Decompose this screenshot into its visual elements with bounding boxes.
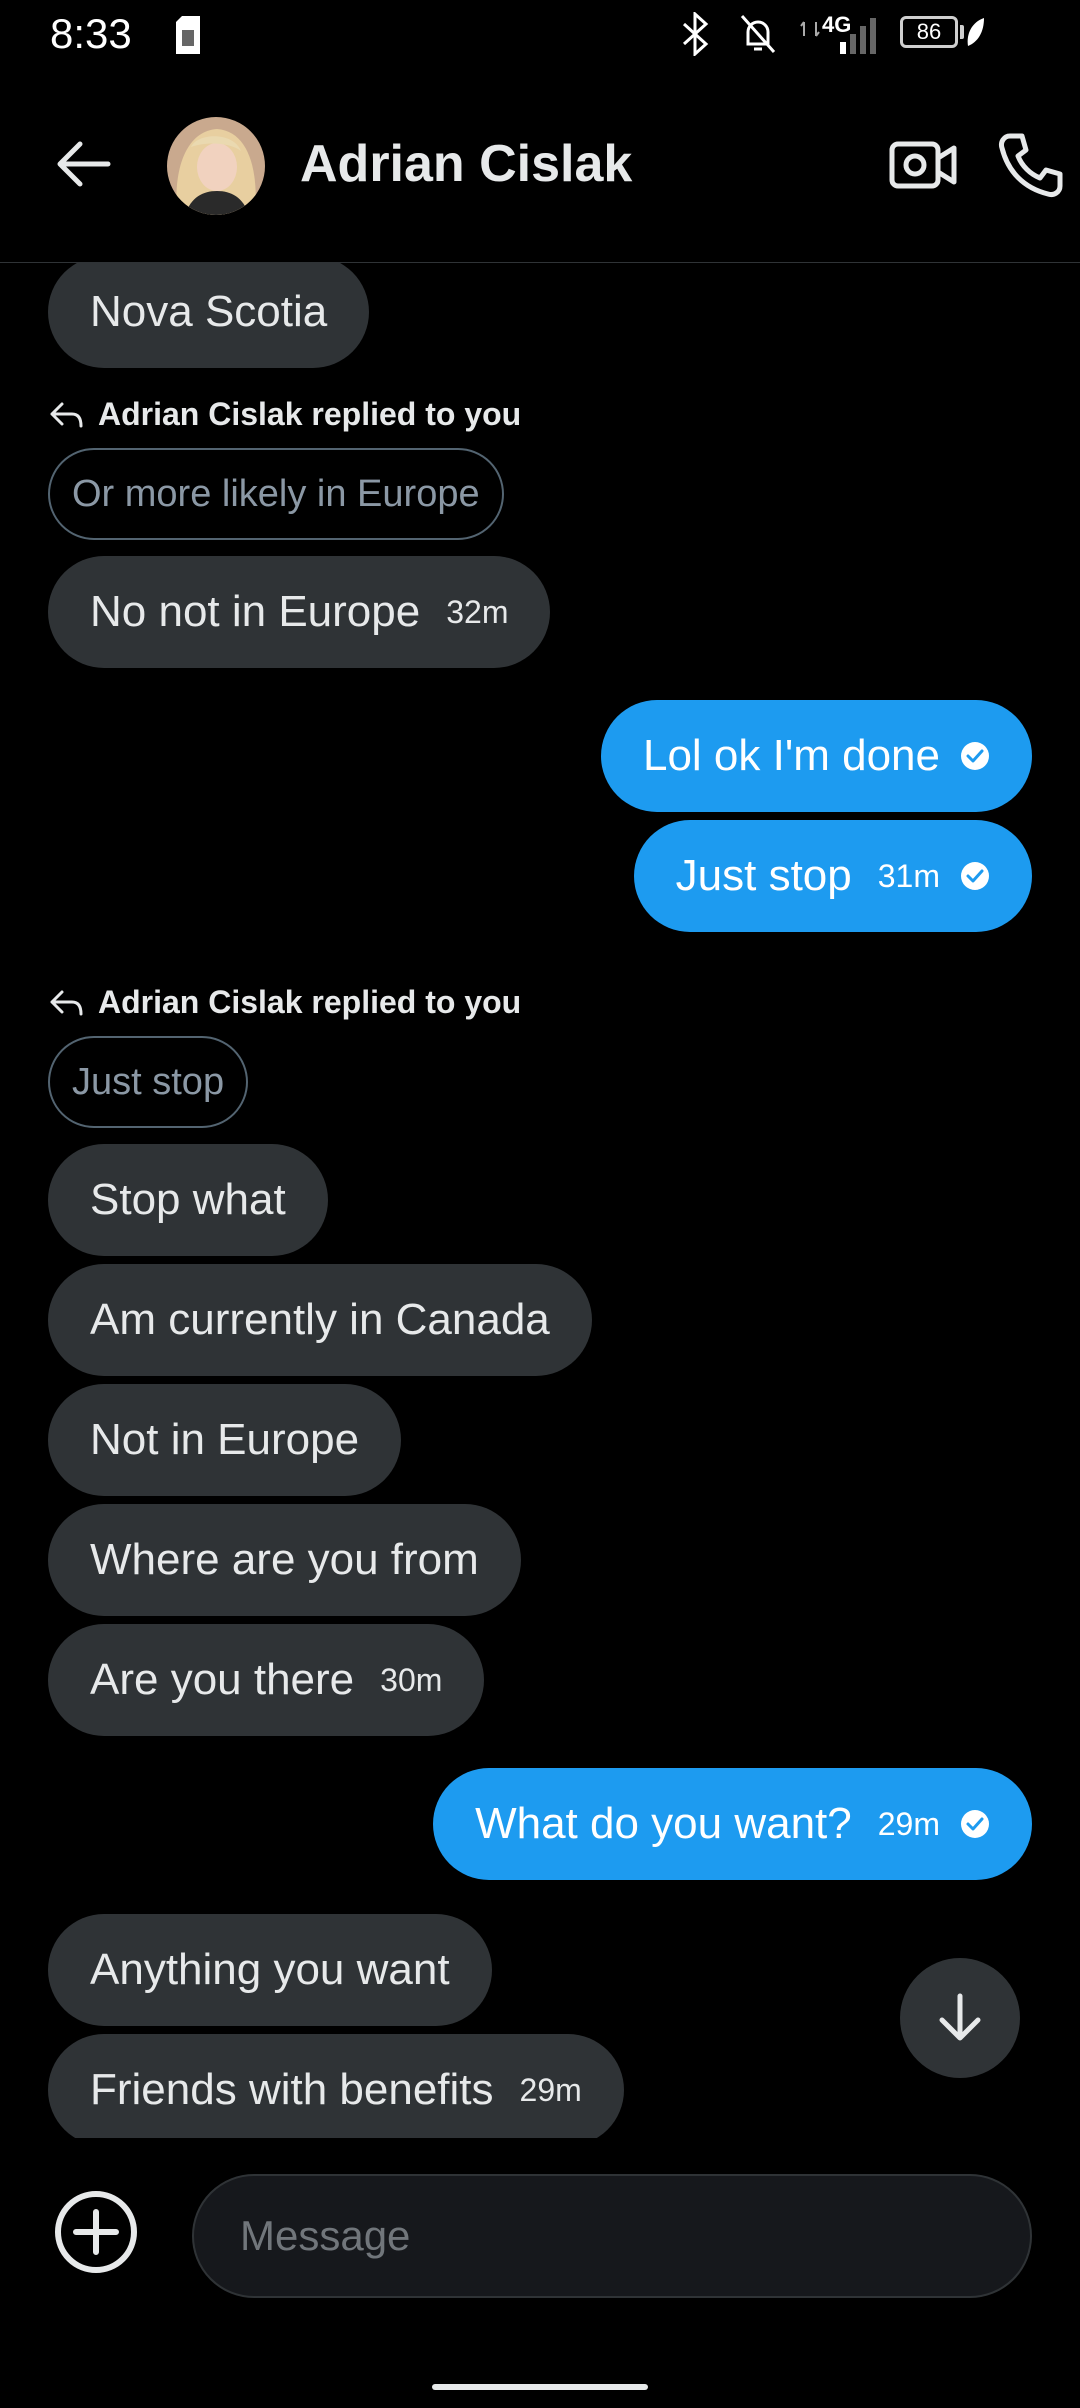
scroll-to-bottom-button[interactable] xyxy=(900,1958,1020,2078)
reply-label: Adrian Cislak replied to you xyxy=(48,984,521,1021)
received-message[interactable]: Am currently in Canada xyxy=(48,1264,592,1376)
reply-label-text: Adrian Cislak replied to you xyxy=(98,396,522,432)
home-indicator[interactable] xyxy=(432,2384,648,2390)
conversation-header: Adrian Cislak xyxy=(0,70,1080,263)
sent-message[interactable]: What do you want? 29m xyxy=(433,1768,1032,1880)
quoted-message[interactable]: Or more likely in Europe xyxy=(48,448,504,540)
phone-call-icon[interactable] xyxy=(996,130,1066,200)
bell-off-icon xyxy=(740,15,776,53)
received-message[interactable]: Where are you from xyxy=(48,1504,521,1616)
message-text: Lol ok I'm done xyxy=(642,731,940,780)
received-message[interactable]: Friends with benefits 29m xyxy=(48,2034,624,2138)
reply-label: Adrian Cislak replied to you xyxy=(48,396,521,433)
sim-card-icon xyxy=(176,16,200,54)
message-text: Just stop xyxy=(675,851,852,900)
plus-circle-icon[interactable] xyxy=(54,2190,138,2274)
bluetooth-icon xyxy=(682,12,709,56)
battery-level: 86 xyxy=(916,19,942,44)
message-text: Are you there xyxy=(90,1655,355,1704)
quoted-text: Just stop xyxy=(72,1060,225,1103)
received-message[interactable]: Are you there 30m xyxy=(48,1624,485,1736)
reply-arrow-icon xyxy=(50,402,83,427)
quoted-message[interactable]: Just stop xyxy=(48,1036,249,1128)
received-message[interactable]: Anything you want xyxy=(48,1914,492,2026)
message-text: Not in Europe xyxy=(90,1415,360,1464)
message-input[interactable] xyxy=(192,2174,1032,2298)
reply-arrow-icon xyxy=(50,990,83,1015)
message-text: Anything you want xyxy=(90,1945,450,1994)
sent-message[interactable]: Just stop 31m xyxy=(633,820,1032,932)
message-text: Where are you from xyxy=(90,1535,479,1584)
check-icon xyxy=(961,1810,989,1838)
message-text: Am currently in Canada xyxy=(90,1295,550,1344)
arrow-down-icon xyxy=(939,1993,981,2041)
sent-message[interactable]: Lol ok I'm done xyxy=(600,700,1032,812)
received-message[interactable]: Not in Europe xyxy=(48,1384,402,1496)
battery-icon: 86 xyxy=(900,16,958,48)
received-message[interactable]: Stop what xyxy=(48,1144,328,1256)
message-text: No not in Europe xyxy=(90,587,421,636)
message-text: Friends with benefits xyxy=(90,2065,494,2114)
message-time: 29m xyxy=(877,1805,940,1842)
check-icon xyxy=(961,862,989,890)
message-time: 30m xyxy=(380,1661,443,1698)
message-text: Stop what xyxy=(90,1175,286,1224)
received-message[interactable]: Nova Scotia xyxy=(48,262,370,368)
status-time: 8:33 xyxy=(50,10,132,57)
back-arrow-icon[interactable] xyxy=(52,132,116,196)
message-text: What do you want? xyxy=(475,1799,852,1848)
message-time: 32m xyxy=(446,593,509,630)
message-composer xyxy=(0,2138,1080,2338)
message-time: 31m xyxy=(877,857,940,894)
quoted-text: Or more likely in Europe xyxy=(72,472,480,515)
message-text: Nova Scotia xyxy=(90,287,328,336)
avatar[interactable] xyxy=(167,117,265,215)
signal-icon xyxy=(800,18,876,54)
video-call-icon[interactable] xyxy=(888,130,958,200)
status-bar: 8:33 4G 86 xyxy=(0,0,1080,70)
message-time: 29m xyxy=(519,2071,582,2108)
message-list[interactable]: Nova Scotia Adrian Cislak replied to you… xyxy=(0,262,1080,2138)
received-message[interactable]: No not in Europe 32m xyxy=(48,556,551,668)
battery-saver-leaf-icon xyxy=(967,18,984,46)
reply-label-text: Adrian Cislak replied to you xyxy=(98,984,522,1020)
contact-name[interactable]: Adrian Cislak xyxy=(300,134,632,194)
check-icon xyxy=(961,742,989,770)
